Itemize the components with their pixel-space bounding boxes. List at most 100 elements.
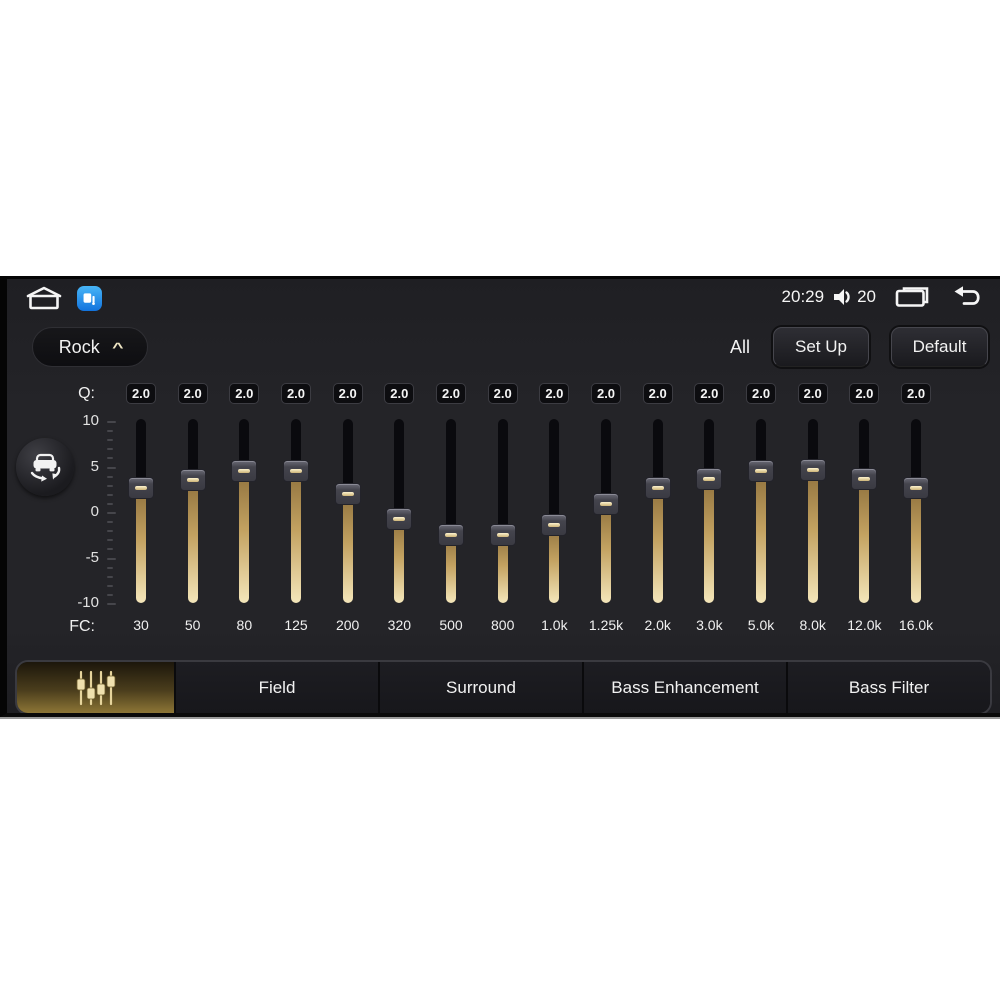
home-icon[interactable] xyxy=(25,285,63,311)
eq-slider-track[interactable] xyxy=(859,419,870,603)
track-gold-segment xyxy=(756,471,767,603)
q-row-label: Q: xyxy=(78,385,95,402)
track-gold-segment xyxy=(704,479,715,603)
fc-row-label: FC: xyxy=(69,618,95,635)
eq-slider-handle[interactable] xyxy=(541,513,568,536)
eq-slider-track[interactable] xyxy=(239,419,250,603)
q-value-badge[interactable]: 2.0 xyxy=(901,383,932,404)
eq-band-column: 2.0 5.0k xyxy=(735,383,787,645)
eq-slider-handle[interactable] xyxy=(696,468,723,491)
eq-slider-handle[interactable] xyxy=(903,477,930,500)
q-value-badge[interactable]: 2.0 xyxy=(436,383,467,404)
track-upper-segment xyxy=(394,419,405,520)
track-gold-segment xyxy=(911,488,922,603)
q-value-badge[interactable]: 2.0 xyxy=(539,383,570,404)
axis-tick xyxy=(107,502,113,505)
handle-grip-line xyxy=(703,477,716,482)
eq-slider-track[interactable] xyxy=(704,419,715,603)
clock: 20:29 xyxy=(781,287,825,306)
track-gold-segment xyxy=(859,479,870,603)
eq-band-column: 2.0 80 xyxy=(218,383,270,645)
handle-grip-line xyxy=(600,501,613,506)
q-value-badge[interactable]: 2.0 xyxy=(126,383,156,404)
equalizer-screen: 20:29 20 Rock ^ All Set Up Default Q: FC… xyxy=(0,276,1000,717)
q-value-badge[interactable]: 2.0 xyxy=(694,383,725,404)
eq-slider-handle[interactable] xyxy=(644,477,671,500)
q-value-badge[interactable]: 2.0 xyxy=(797,383,828,404)
q-value-badge[interactable]: 2.0 xyxy=(281,383,311,404)
eq-slider-handle[interactable] xyxy=(851,468,878,491)
eq-slider-track[interactable] xyxy=(652,419,663,603)
axis-tick xyxy=(107,521,113,524)
default-button[interactable]: Default xyxy=(891,327,988,367)
eq-slider-track[interactable] xyxy=(291,419,301,603)
handle-grip-line xyxy=(806,468,819,473)
eq-slider-handle[interactable] xyxy=(489,523,516,546)
q-value-badge[interactable]: 2.0 xyxy=(384,383,415,404)
eq-slider-handle[interactable] xyxy=(386,508,413,531)
axis-tick xyxy=(107,593,113,596)
tab-bass-filter[interactable]: Bass Filter xyxy=(788,662,990,713)
track-upper-segment xyxy=(601,419,612,504)
tab-bass-enhancement[interactable]: Bass Enhancement xyxy=(584,662,788,713)
q-value-badge[interactable]: 2.0 xyxy=(849,383,880,404)
axis-tick xyxy=(107,475,113,478)
q-value-badge[interactable]: 2.0 xyxy=(746,383,777,404)
axis-tick xyxy=(107,566,113,569)
eq-slider-handle[interactable] xyxy=(231,460,258,483)
eq-slider-track[interactable] xyxy=(446,419,457,603)
q-value-badge[interactable]: 2.0 xyxy=(177,383,208,404)
set-up-button[interactable]: Set Up xyxy=(773,327,869,367)
track-gold-segment xyxy=(652,488,663,603)
eq-slider-track[interactable] xyxy=(497,419,508,603)
q-value-badge[interactable]: 2.0 xyxy=(591,383,622,404)
q-value-badge[interactable]: 2.0 xyxy=(642,383,673,404)
handle-grip-line xyxy=(341,491,354,496)
status-bar-right: 20:29 20 xyxy=(782,284,984,310)
all-label[interactable]: All xyxy=(719,327,761,367)
music-app-icon[interactable] xyxy=(77,285,102,311)
track-upper-segment xyxy=(549,419,560,525)
back-icon[interactable] xyxy=(952,284,984,310)
axis-label: 10 xyxy=(82,412,99,429)
volume-level: 20 xyxy=(857,287,876,306)
eq-slider-track[interactable] xyxy=(807,419,818,603)
eq-band-column: 2.0 500 xyxy=(425,383,477,645)
tab-equalizer-active[interactable] xyxy=(17,662,176,713)
tab-field[interactable]: Field xyxy=(176,662,380,713)
preset-label: Rock xyxy=(58,336,100,357)
eq-slider-track[interactable] xyxy=(136,419,146,603)
axis-tick xyxy=(107,493,113,496)
eq-slider-track[interactable] xyxy=(549,419,560,603)
eq-slider-handle[interactable] xyxy=(283,460,309,483)
preset-dropdown[interactable]: Rock ^ xyxy=(32,327,148,367)
eq-slider-track[interactable] xyxy=(342,419,353,603)
eq-slider-handle[interactable] xyxy=(799,459,826,482)
tab-surround[interactable]: Surround xyxy=(380,662,584,713)
q-value-badge[interactable]: 2.0 xyxy=(229,383,260,404)
status-bar-left xyxy=(25,285,102,311)
chevron-up-icon: ^ xyxy=(111,339,124,355)
handle-grip-line xyxy=(548,522,561,527)
eq-slider-handle[interactable] xyxy=(748,460,775,483)
recents-icon[interactable] xyxy=(894,284,930,310)
eq-slider-handle[interactable] xyxy=(179,469,206,492)
eq-slider-track[interactable] xyxy=(911,419,922,603)
bottom-tab-bar: Field Surround Bass Enhancement Bass Fil… xyxy=(15,660,992,713)
handle-grip-line xyxy=(496,532,509,537)
q-value-badge[interactable]: 2.0 xyxy=(487,383,518,404)
handle-grip-line xyxy=(135,486,147,491)
speaker-icon[interactable] xyxy=(830,285,854,309)
eq-band-column: 2.0 1.25k xyxy=(580,383,632,645)
eq-band-column: 2.0 800 xyxy=(477,383,529,645)
sound-position-button[interactable] xyxy=(16,438,74,496)
q-value-badge[interactable]: 2.0 xyxy=(332,383,363,404)
eq-slider-handle[interactable] xyxy=(334,482,361,505)
eq-slider-track[interactable] xyxy=(756,419,767,603)
eq-slider-track[interactable] xyxy=(187,419,198,603)
eq-slider-handle[interactable] xyxy=(438,523,465,546)
eq-slider-handle[interactable] xyxy=(128,477,154,500)
axis-tick xyxy=(107,439,113,442)
eq-slider-handle[interactable] xyxy=(593,492,620,515)
handle-grip-line xyxy=(910,486,923,491)
